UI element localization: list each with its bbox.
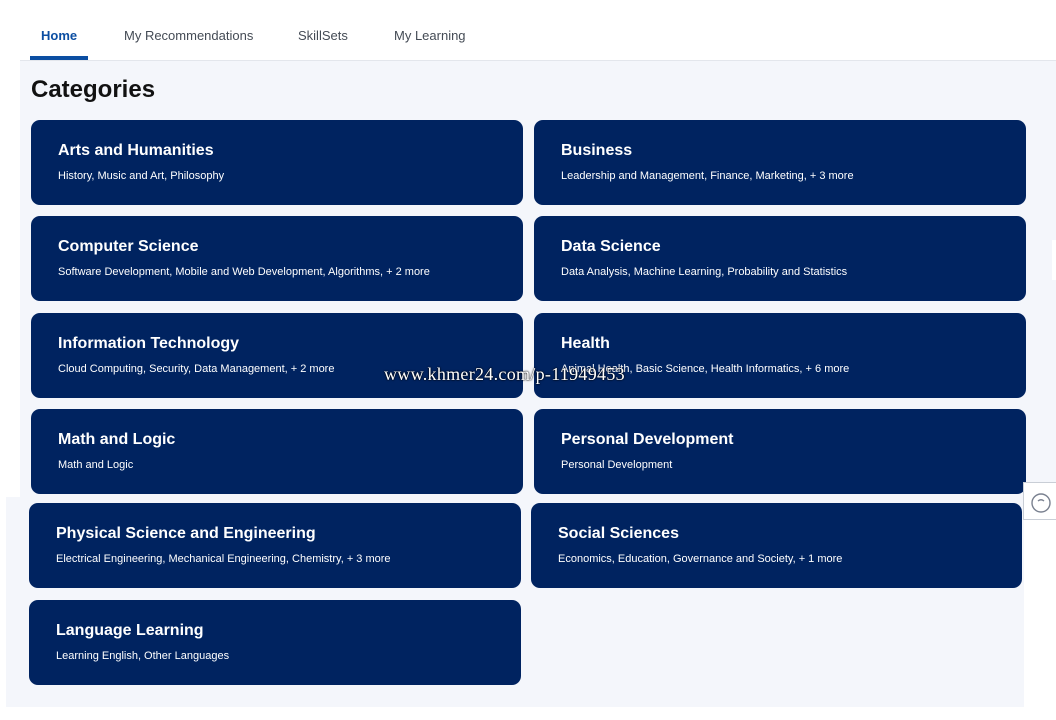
category-title: Social Sciences xyxy=(558,525,679,542)
category-card-physical-science-and-engineering[interactable]: Physical Science and Engineering Electri… xyxy=(29,503,521,588)
category-card-personal-development[interactable]: Personal Development Personal Developmen… xyxy=(534,409,1026,494)
category-title: Data Science xyxy=(561,238,661,255)
tab-my-recommendations[interactable]: My Recommendations xyxy=(124,28,253,43)
tab-skillsets[interactable]: SkillSets xyxy=(298,28,348,43)
category-title: Health xyxy=(561,335,610,352)
tab-home[interactable]: Home xyxy=(41,28,77,43)
category-subtitle: Animal Health, Basic Science, Health Inf… xyxy=(561,363,850,375)
category-title: Personal Development xyxy=(561,431,734,448)
help-circle-icon xyxy=(1031,493,1051,513)
category-subtitle: Leadership and Management, Finance, Mark… xyxy=(561,170,854,182)
category-title: Computer Science xyxy=(58,238,199,255)
category-title: Business xyxy=(561,142,633,159)
category-title: Arts and Humanities xyxy=(58,142,214,159)
category-card-information-technology[interactable]: Information Technology Cloud Computing, … xyxy=(31,313,523,398)
category-subtitle: Economics, Education, Governance and Soc… xyxy=(558,553,843,565)
category-title: Language Learning xyxy=(56,622,204,639)
category-card-arts-and-humanities[interactable]: Arts and Humanities History, Music and A… xyxy=(31,120,523,205)
category-card-business[interactable]: Business Leadership and Management, Fina… xyxy=(534,120,1026,205)
tab-my-learning[interactable]: My Learning xyxy=(394,28,466,43)
category-card-data-science[interactable]: Data Science Data Analysis, Machine Lear… xyxy=(534,216,1026,301)
page: Home My Recommendations SkillSets My Lea… xyxy=(0,0,1056,720)
category-subtitle: Math and Logic xyxy=(58,459,134,471)
category-card-health[interactable]: Health Animal Health, Basic Science, Hea… xyxy=(534,313,1026,398)
category-subtitle: Personal Development xyxy=(561,459,673,471)
help-button[interactable] xyxy=(1023,482,1056,520)
category-card-social-sciences[interactable]: Social Sciences Economics, Education, Go… xyxy=(531,503,1022,588)
category-card-computer-science[interactable]: Computer Science Software Development, M… xyxy=(31,216,523,301)
scroll-edge xyxy=(1052,240,1056,280)
category-title: Information Technology xyxy=(58,335,240,352)
category-subtitle: Electrical Engineering, Mechanical Engin… xyxy=(56,553,391,565)
category-subtitle: Learning English, Other Languages xyxy=(56,650,230,662)
category-subtitle: Software Development, Mobile and Web Dev… xyxy=(58,266,430,278)
category-subtitle: History, Music and Art, Philosophy xyxy=(58,170,225,182)
tab-bar: Home My Recommendations SkillSets My Lea… xyxy=(20,0,1056,60)
category-subtitle: Cloud Computing, Security, Data Manageme… xyxy=(58,363,335,375)
category-subtitle: Data Analysis, Machine Learning, Probabi… xyxy=(561,266,848,278)
category-title: Math and Logic xyxy=(58,431,176,448)
page-title: Categories xyxy=(31,76,156,103)
category-card-language-learning[interactable]: Language Learning Learning English, Othe… xyxy=(29,600,521,685)
category-card-math-and-logic[interactable]: Math and Logic Math and Logic xyxy=(31,409,523,494)
category-title: Physical Science and Engineering xyxy=(56,525,316,542)
